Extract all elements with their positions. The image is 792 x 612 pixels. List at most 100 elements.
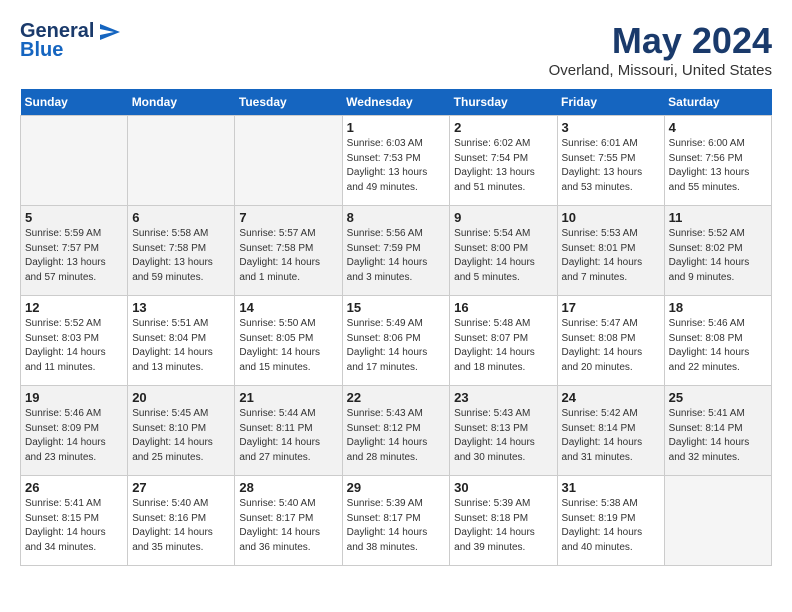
day-info: Sunrise: 5:54 AM Sunset: 8:00 PM Dayligh… <box>454 227 552 285</box>
day-number: 18 <box>669 300 767 315</box>
day-number: 11 <box>669 210 767 225</box>
day-cell-27: 27 Sunrise: 5:40 AM Sunset: 8:16 PM Dayli… <box>128 476 235 566</box>
weekday-header-row: SundayMondayTuesdayWednesdayThursdayFrid… <box>21 89 772 116</box>
day-cell-17: 17Sunrise: 5:47 AM Sunset: 8:08 PM Dayli… <box>557 296 664 386</box>
day-number: 23 <box>454 390 552 405</box>
weekday-header-sunday: Sunday <box>21 89 128 116</box>
day-cell-21: 21Sunrise: 5:44 AM Sunset: 8:11 PM Dayli… <box>235 386 342 476</box>
weekday-header-wednesday: Wednesday <box>342 89 450 116</box>
day-info: Sunrise: 5:40 AM Sunset: 8:16 PM Dayligh… <box>132 497 230 555</box>
day-number: 16 <box>454 300 552 315</box>
day-number: 6 <box>132 210 230 225</box>
day-number: 30 <box>454 480 552 495</box>
empty-cell <box>128 116 235 206</box>
week-row-2: 5 Sunrise: 5:59 AM Sunset: 7:57 PM Daylig… <box>21 206 772 296</box>
day-info: Sunrise: 5:51 AM Sunset: 8:04 PM Dayligh… <box>132 317 230 375</box>
day-number: 17 <box>562 300 660 315</box>
day-info: Sunrise: 5:48 AM Sunset: 8:07 PM Dayligh… <box>454 317 552 375</box>
weekday-header-friday: Friday <box>557 89 664 116</box>
day-number: 9 <box>454 210 552 225</box>
day-number: 31 <box>562 480 660 495</box>
weekday-header-saturday: Saturday <box>664 89 771 116</box>
day-cell-8: 8 Sunrise: 5:56 AM Sunset: 7:59 PM Daylig… <box>342 206 450 296</box>
day-number: 19 <box>25 390 123 405</box>
day-number: 14 <box>239 300 337 315</box>
day-cell-30: 30 Sunrise: 5:39 AM Sunset: 8:18 PM Dayli… <box>450 476 557 566</box>
location: Overland, Missouri, United States <box>549 62 772 79</box>
day-number: 4 <box>669 120 767 135</box>
day-info: Sunrise: 5:39 AM Sunset: 8:18 PM Dayligh… <box>454 497 552 555</box>
weekday-header-tuesday: Tuesday <box>235 89 342 116</box>
day-number: 10 <box>562 210 660 225</box>
day-number: 7 <box>239 210 337 225</box>
day-cell-19: 19 Sunrise: 5:46 AM Sunset: 8:09 PM Dayli… <box>21 386 128 476</box>
day-number: 13 <box>132 300 230 315</box>
day-info: Sunrise: 5:43 AM Sunset: 8:13 PM Dayligh… <box>454 407 552 465</box>
day-cell-24: 24 Sunrise: 5:42 AM Sunset: 8:14 PM Dayli… <box>557 386 664 476</box>
day-info: Sunrise: 5:42 AM Sunset: 8:14 PM Dayligh… <box>562 407 660 465</box>
week-row-5: 26 Sunrise: 5:41 AM Sunset: 8:15 PM Dayli… <box>21 476 772 566</box>
day-number: 26 <box>25 480 123 495</box>
day-cell-16: 16 Sunrise: 5:48 AM Sunset: 8:07 PM Dayli… <box>450 296 557 386</box>
day-info: Sunrise: 5:44 AM Sunset: 8:11 PM Dayligh… <box>239 407 337 465</box>
day-info: Sunrise: 5:49 AM Sunset: 8:06 PM Dayligh… <box>347 317 446 375</box>
day-cell-13: 13 Sunrise: 5:51 AM Sunset: 8:04 PM Dayli… <box>128 296 235 386</box>
day-cell-7: 7Sunrise: 5:57 AM Sunset: 7:58 PM Daylig… <box>235 206 342 296</box>
day-info: Sunrise: 5:50 AM Sunset: 8:05 PM Dayligh… <box>239 317 337 375</box>
day-number: 27 <box>132 480 230 495</box>
day-number: 1 <box>347 120 446 135</box>
day-info: Sunrise: 5:46 AM Sunset: 8:08 PM Dayligh… <box>669 317 767 375</box>
day-info: Sunrise: 5:52 AM Sunset: 8:02 PM Dayligh… <box>669 227 767 285</box>
week-row-3: 12Sunrise: 5:52 AM Sunset: 8:03 PM Dayli… <box>21 296 772 386</box>
day-cell-20: 20Sunrise: 5:45 AM Sunset: 8:10 PM Dayli… <box>128 386 235 476</box>
day-info: Sunrise: 6:00 AM Sunset: 7:56 PM Dayligh… <box>669 137 767 195</box>
day-info: Sunrise: 6:02 AM Sunset: 7:54 PM Dayligh… <box>454 137 552 195</box>
day-cell-1: 1Sunrise: 6:03 AM Sunset: 7:53 PM Daylig… <box>342 116 450 206</box>
day-cell-5: 5 Sunrise: 5:59 AM Sunset: 7:57 PM Daylig… <box>21 206 128 296</box>
day-cell-31: 31 Sunrise: 5:38 AM Sunset: 8:19 PM Dayli… <box>557 476 664 566</box>
day-number: 24 <box>562 390 660 405</box>
day-info: Sunrise: 5:38 AM Sunset: 8:19 PM Dayligh… <box>562 497 660 555</box>
day-cell-11: 11 Sunrise: 5:52 AM Sunset: 8:02 PM Dayli… <box>664 206 771 296</box>
day-info: Sunrise: 5:39 AM Sunset: 8:17 PM Dayligh… <box>347 497 446 555</box>
empty-cell <box>235 116 342 206</box>
day-cell-15: 15 Sunrise: 5:49 AM Sunset: 8:06 PM Dayli… <box>342 296 450 386</box>
day-number: 8 <box>347 210 446 225</box>
day-cell-3: 3Sunrise: 6:01 AM Sunset: 7:55 PM Daylig… <box>557 116 664 206</box>
day-cell-2: 2 Sunrise: 6:02 AM Sunset: 7:54 PM Daylig… <box>450 116 557 206</box>
day-number: 15 <box>347 300 446 315</box>
day-cell-25: 25Sunrise: 5:41 AM Sunset: 8:14 PM Dayli… <box>664 386 771 476</box>
day-number: 20 <box>132 390 230 405</box>
day-info: Sunrise: 5:41 AM Sunset: 8:15 PM Dayligh… <box>25 497 123 555</box>
month-title: May 2024 <box>549 20 772 62</box>
week-row-4: 19 Sunrise: 5:46 AM Sunset: 8:09 PM Dayli… <box>21 386 772 476</box>
day-cell-18: 18 Sunrise: 5:46 AM Sunset: 8:08 PM Dayli… <box>664 296 771 386</box>
header: General Blue May 2024 Overland, Missouri… <box>20 20 772 79</box>
logo: General Blue <box>20 20 120 62</box>
day-info: Sunrise: 5:59 AM Sunset: 7:57 PM Dayligh… <box>25 227 123 285</box>
day-number: 2 <box>454 120 552 135</box>
day-cell-9: 9 Sunrise: 5:54 AM Sunset: 8:00 PM Daylig… <box>450 206 557 296</box>
day-cell-10: 10 Sunrise: 5:53 AM Sunset: 8:01 PM Dayli… <box>557 206 664 296</box>
day-info: Sunrise: 5:40 AM Sunset: 8:17 PM Dayligh… <box>239 497 337 555</box>
day-cell-28: 28 Sunrise: 5:40 AM Sunset: 8:17 PM Dayli… <box>235 476 342 566</box>
week-row-1: 1Sunrise: 6:03 AM Sunset: 7:53 PM Daylig… <box>21 116 772 206</box>
logo-blue: Blue <box>20 39 63 62</box>
day-cell-22: 22Sunrise: 5:43 AM Sunset: 8:12 PM Dayli… <box>342 386 450 476</box>
day-cell-26: 26 Sunrise: 5:41 AM Sunset: 8:15 PM Dayli… <box>21 476 128 566</box>
logo-arrow-icon <box>100 24 120 40</box>
day-info: Sunrise: 5:46 AM Sunset: 8:09 PM Dayligh… <box>25 407 123 465</box>
day-number: 28 <box>239 480 337 495</box>
day-info: Sunrise: 5:56 AM Sunset: 7:59 PM Dayligh… <box>347 227 446 285</box>
day-info: Sunrise: 5:41 AM Sunset: 8:14 PM Dayligh… <box>669 407 767 465</box>
day-cell-14: 14 Sunrise: 5:50 AM Sunset: 8:05 PM Dayli… <box>235 296 342 386</box>
title-section: May 2024 Overland, Missouri, United Stat… <box>549 20 772 79</box>
day-info: Sunrise: 5:53 AM Sunset: 8:01 PM Dayligh… <box>562 227 660 285</box>
day-info: Sunrise: 5:43 AM Sunset: 8:12 PM Dayligh… <box>347 407 446 465</box>
weekday-header-thursday: Thursday <box>450 89 557 116</box>
weekday-header-monday: Monday <box>128 89 235 116</box>
day-number: 5 <box>25 210 123 225</box>
day-cell-12: 12Sunrise: 5:52 AM Sunset: 8:03 PM Dayli… <box>21 296 128 386</box>
day-cell-29: 29Sunrise: 5:39 AM Sunset: 8:17 PM Dayli… <box>342 476 450 566</box>
day-info: Sunrise: 5:58 AM Sunset: 7:58 PM Dayligh… <box>132 227 230 285</box>
